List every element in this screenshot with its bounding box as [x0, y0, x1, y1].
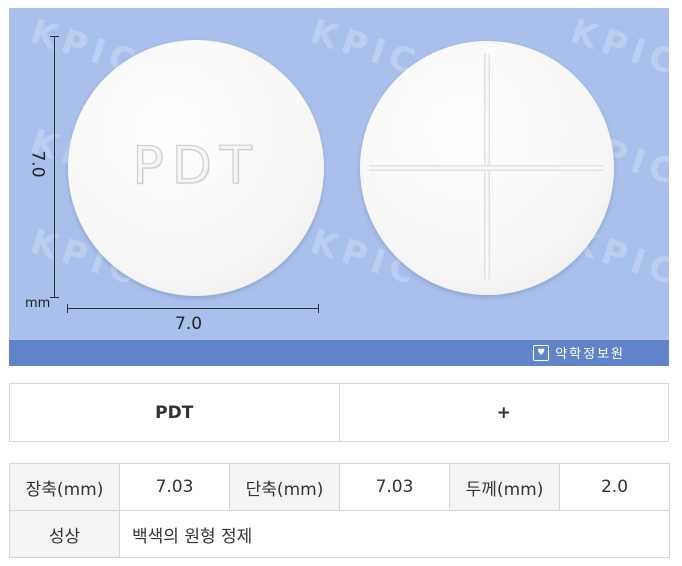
- table-row: 장축(mm) 7.03 단축(mm) 7.03 두께(mm) 2.0: [9, 463, 670, 511]
- long-axis-value: 7.03: [119, 463, 230, 511]
- ruler-tick: [50, 297, 59, 298]
- ruler-tick: [50, 36, 59, 37]
- watermark: KPIC: [565, 11, 669, 85]
- thickness-value: 2.0: [559, 463, 670, 511]
- back-marking: +: [338, 383, 669, 442]
- appearance-label: 성상: [9, 510, 120, 558]
- vertical-ruler: [54, 36, 55, 298]
- vertical-dimension: 7.0: [27, 150, 48, 178]
- short-axis-label: 단축(mm): [229, 463, 340, 511]
- unit-label: mm: [25, 296, 51, 311]
- tablet-back: [360, 41, 614, 295]
- ruler-tick: [67, 304, 68, 313]
- table-row: PDT +: [9, 383, 669, 442]
- score-line-horizontal: [368, 165, 606, 171]
- thickness-label: 두께(mm): [449, 463, 560, 511]
- long-axis-label: 장축(mm): [9, 463, 120, 511]
- table-row: 성상 백색의 원형 정제: [9, 510, 670, 558]
- kpic-logo-icon: ♥: [533, 344, 550, 361]
- tablet-imprint: PDT: [132, 135, 260, 196]
- marking-table: PDT +: [9, 383, 669, 442]
- pill-photo: KPIC KPIC KPIC KPIC KPIC KPIC KPIC KPIC …: [9, 8, 669, 366]
- appearance-value: 백색의 원형 정제: [119, 510, 670, 558]
- spec-table: 장축(mm) 7.03 단축(mm) 7.03 두께(mm) 2.0 성상 백색…: [9, 463, 670, 558]
- ruler-tick: [318, 304, 319, 313]
- kpic-logo-text: 약학정보원: [555, 347, 625, 362]
- tablet-front: PDT: [68, 40, 324, 296]
- kpic-logo: ♥ 약학정보원: [533, 343, 625, 362]
- horizontal-dimension: 7.0: [175, 314, 203, 334]
- horizontal-ruler: [67, 308, 319, 309]
- short-axis-value: 7.03: [339, 463, 450, 511]
- front-marking: PDT: [9, 383, 340, 442]
